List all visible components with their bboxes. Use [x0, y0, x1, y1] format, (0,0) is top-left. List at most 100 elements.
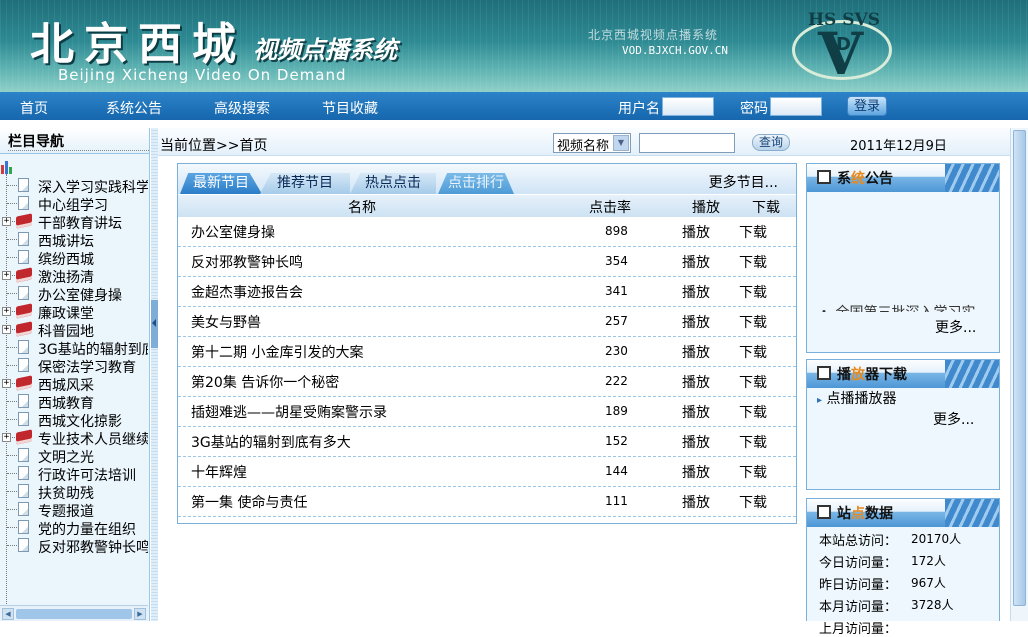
sidebar-item[interactable]: + 廉政课堂: [0, 302, 148, 322]
program-name[interactable]: 3G基站的辐射到底有多大: [191, 432, 351, 452]
sidebar-item[interactable]: + 专业技术人员继续: [0, 428, 148, 448]
sidebar-item[interactable]: + 科普园地: [0, 320, 148, 340]
program-name[interactable]: 第十二期 小金库引发的大案: [191, 342, 363, 362]
nav-home[interactable]: 首页: [20, 98, 48, 118]
notice-item[interactable]: ・ 全国第三批深入学习实: [817, 302, 977, 312]
program-name[interactable]: 反对邪教警钟长鸣: [191, 252, 303, 272]
expand-icon[interactable]: +: [2, 379, 11, 388]
expand-icon[interactable]: +: [2, 433, 11, 442]
play-link[interactable]: 播放: [682, 342, 710, 362]
sidebar-item[interactable]: + 激浊扬清: [0, 266, 148, 286]
search-input[interactable]: [639, 133, 735, 153]
program-clicks: 111: [605, 494, 628, 508]
player-item[interactable]: ▸ 点播播放器: [817, 388, 896, 408]
category-tree: 深入学习实践科学 中心组学习 + 干部教育讲坛 西城讲坛 缤纷西城 + 激浊扬清 办公室健身操 +…: [0, 158, 148, 604]
program-name[interactable]: 十年辉煌: [191, 462, 247, 482]
sidebar-splitter[interactable]: [151, 128, 158, 621]
program-name[interactable]: 金超杰事迹报告会: [191, 282, 303, 302]
play-link[interactable]: 播放: [682, 462, 710, 482]
sidebar-hscrollbar[interactable]: ◀ ▶: [0, 605, 148, 621]
program-name[interactable]: 美女与野兽: [191, 312, 261, 332]
play-link[interactable]: 播放: [682, 372, 710, 392]
download-link[interactable]: 下载: [739, 402, 767, 422]
sidebar-item[interactable]: + 西城风采: [0, 374, 148, 394]
expand-icon[interactable]: +: [2, 325, 11, 334]
nav-announcements[interactable]: 系统公告: [106, 98, 162, 118]
chevron-down-icon[interactable]: ▼: [613, 135, 629, 151]
program-name[interactable]: 第20集 告诉你一个秘密: [191, 372, 339, 392]
sidebar-item[interactable]: 行政许可法培训: [0, 464, 148, 484]
sidebar-item[interactable]: 扶贫助残: [0, 482, 148, 502]
download-link[interactable]: 下载: [739, 342, 767, 362]
sidebar-item[interactable]: 缤纷西城: [0, 248, 148, 268]
more-programs-link[interactable]: 更多节目...: [709, 172, 778, 192]
search-field-select[interactable]: 视频名称 ▼: [553, 133, 631, 154]
sidebar-item-label[interactable]: 反对邪教警钟长鸣: [38, 537, 148, 557]
login-button[interactable]: 登录: [847, 96, 887, 116]
download-link[interactable]: 下载: [739, 222, 767, 242]
play-link[interactable]: 播放: [682, 312, 710, 332]
scroll-right-icon[interactable]: ▶: [134, 608, 146, 620]
stat-label: 上月访问量：: [819, 622, 898, 637]
sidebar-item[interactable]: 西城讲坛: [0, 230, 148, 250]
program-name[interactable]: 第一集 使命与责任: [191, 492, 307, 512]
sidebar-item[interactable]: 办公室健身操: [0, 284, 148, 304]
nav-advanced-search[interactable]: 高级搜索: [214, 98, 270, 118]
page-scroll-thumb[interactable]: [1013, 130, 1026, 606]
tab-hot[interactable]: 热点点击: [350, 173, 436, 194]
play-link[interactable]: 播放: [682, 432, 710, 452]
download-link[interactable]: 下载: [739, 432, 767, 452]
tab-recommended[interactable]: 推荐节目: [260, 173, 350, 194]
scroll-left-icon[interactable]: ◀: [2, 608, 14, 620]
book-icon: [16, 303, 32, 319]
scroll-thumb[interactable]: [16, 609, 132, 619]
download-link[interactable]: 下载: [739, 492, 767, 512]
play-link[interactable]: 播放: [682, 402, 710, 422]
tree-branch: [7, 347, 17, 348]
sidebar-item[interactable]: 西城教育: [0, 392, 148, 412]
sidebar-item[interactable]: 保密法学习教育: [0, 356, 148, 376]
nav-favorites[interactable]: 节目收藏: [322, 98, 378, 118]
current-date: 2011年12月9日: [850, 139, 947, 154]
expand-icon[interactable]: +: [2, 217, 11, 226]
sidebar-item[interactable]: 反对邪教警钟长鸣: [0, 536, 148, 557]
category-sidebar: 栏目导航 深入学习实践科学 中心组学习 + 干部教育讲坛 西城讲坛 缤纷西城 + 激浊扬清 办公…: [0, 128, 150, 621]
expand-icon[interactable]: +: [2, 307, 11, 316]
play-link[interactable]: 播放: [682, 222, 710, 242]
tab-ranking[interactable]: 点击排行: [438, 173, 514, 194]
program-tabs: 最新节目 推荐节目 热点点击 点击排行 更多节目...: [178, 164, 796, 194]
page-vscrollbar[interactable]: [1010, 128, 1028, 621]
arrow-right-icon: ▸: [817, 395, 823, 406]
sidebar-item[interactable]: + 干部教育讲坛: [0, 212, 148, 232]
program-name[interactable]: 办公室健身操: [191, 222, 275, 242]
player-more-link[interactable]: 更多...: [933, 409, 974, 429]
play-link[interactable]: 播放: [682, 492, 710, 512]
sidebar-item[interactable]: 党的力量在组织: [0, 518, 148, 538]
download-link[interactable]: 下载: [739, 372, 767, 392]
expand-icon[interactable]: +: [2, 271, 11, 280]
sidebar-item[interactable]: 专题报道: [0, 500, 148, 520]
username-label: 用户名: [618, 101, 660, 117]
sidebar-item[interactable]: 深入学习实践科学: [0, 176, 148, 196]
document-icon: [18, 196, 29, 210]
sidebar-item[interactable]: 3G基站的辐射到底: [0, 338, 148, 358]
sidebar-item[interactable]: 中心组学习: [0, 194, 148, 214]
sidebar-item[interactable]: 文明之光: [0, 446, 148, 466]
download-link[interactable]: 下载: [739, 312, 767, 332]
tab-latest[interactable]: 最新节目: [180, 173, 262, 194]
password-input[interactable]: [770, 97, 822, 116]
notice-more-link[interactable]: 更多...: [935, 317, 976, 337]
program-clicks: 152: [605, 434, 628, 448]
player-link[interactable]: 点播播放器: [826, 391, 896, 407]
username-input[interactable]: [662, 97, 714, 116]
collapse-sidebar-icon[interactable]: [151, 300, 158, 348]
play-link[interactable]: 播放: [682, 252, 710, 272]
play-link[interactable]: 播放: [682, 282, 710, 302]
program-clicks: 354: [605, 254, 628, 268]
program-name[interactable]: 插翅难逃——胡星受贿案警示录: [191, 402, 387, 422]
sidebar-item[interactable]: 西城文化掠影: [0, 410, 148, 430]
download-link[interactable]: 下载: [739, 462, 767, 482]
query-button[interactable]: 查询: [752, 134, 790, 151]
download-link[interactable]: 下载: [739, 282, 767, 302]
download-link[interactable]: 下载: [739, 252, 767, 272]
